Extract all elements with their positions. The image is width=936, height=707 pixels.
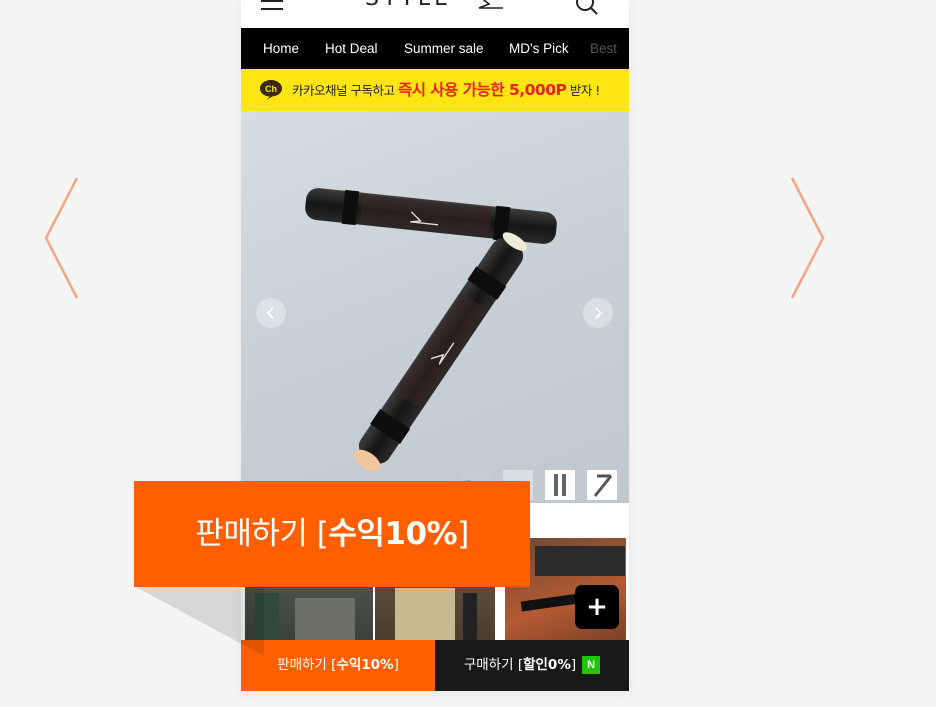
callout-prefix: 판매하기 [ xyxy=(195,516,329,552)
sell-suffix: ] xyxy=(393,657,399,673)
buy-discount: 할인0% xyxy=(523,657,571,673)
thumbnail-4[interactable] xyxy=(587,470,617,500)
nav-item-home[interactable]: Home xyxy=(263,28,299,69)
slide-prev-button[interactable] xyxy=(256,298,286,328)
add-button[interactable]: + xyxy=(575,585,619,629)
callout-shadow xyxy=(134,586,264,656)
callout-suffix: ] xyxy=(457,516,469,552)
sell-button[interactable]: 판매하기 [수익10%] xyxy=(241,640,435,691)
phone-frame: STYLE Home Hot Deal Summer sale MD's Pic… xyxy=(241,0,629,691)
chevron-left-icon xyxy=(266,307,274,319)
promo-text-before: 카카오채널 구독하고 xyxy=(292,83,398,98)
nav-item-hot-deal[interactable]: Hot Deal xyxy=(325,28,378,69)
promo-text: 카카오채널 구독하고 즉시 사용 가능한 5,000P 받자 ! xyxy=(292,69,600,111)
buy-suffix: ] xyxy=(570,657,577,673)
naver-icon: N xyxy=(582,656,601,674)
brand-swoosh-icon xyxy=(478,0,503,9)
nav-item-summer-sale[interactable]: Summer sale xyxy=(404,28,484,69)
top-header: STYLE xyxy=(241,0,629,28)
chevron-right-icon[interactable] xyxy=(786,175,830,301)
upper-stick xyxy=(305,188,557,244)
nav-item-best[interactable]: Best xyxy=(590,28,617,69)
product-photo xyxy=(305,188,557,472)
brand-logo[interactable]: STYLE xyxy=(365,0,452,11)
promo-text-after: 받자 ! xyxy=(566,83,601,98)
buy-button[interactable]: 구매하기 [할인0%] N xyxy=(435,640,629,691)
product-hero-image xyxy=(241,111,629,503)
sell-callout-button[interactable]: 판매하기 [수익10%] xyxy=(134,481,530,587)
sell-profit: 수익10% xyxy=(336,657,394,673)
callout-profit: 수익10% xyxy=(328,516,458,552)
sell-prefix: 판매하기 [ xyxy=(277,657,337,673)
bottom-action-bar: 판매하기 [수익10%] 구매하기 [할인0%] N xyxy=(241,640,629,691)
kakao-badge-text: Ch xyxy=(265,84,277,94)
chevron-right-icon xyxy=(595,307,603,319)
lower-stick xyxy=(353,232,527,472)
hamburger-menu-icon[interactable] xyxy=(261,0,283,12)
kakao-promo-banner[interactable]: Ch 카카오채널 구독하고 즉시 사용 가능한 5,000P 받자 ! xyxy=(241,69,629,111)
nav-item-mds-pick[interactable]: MD's Pick xyxy=(509,28,569,69)
promo-highlight: 즉시 사용 가능한 5,000P xyxy=(397,81,567,99)
kakao-channel-icon: Ch xyxy=(260,80,282,100)
search-icon[interactable] xyxy=(575,0,599,16)
thumbnail-3[interactable] xyxy=(545,470,575,500)
chevron-left-icon[interactable] xyxy=(42,175,86,301)
slide-next-button[interactable] xyxy=(583,298,613,328)
buy-prefix: 구매하기 [ xyxy=(463,657,524,673)
top-nav: Home Hot Deal Summer sale MD's Pick Best xyxy=(241,28,629,69)
